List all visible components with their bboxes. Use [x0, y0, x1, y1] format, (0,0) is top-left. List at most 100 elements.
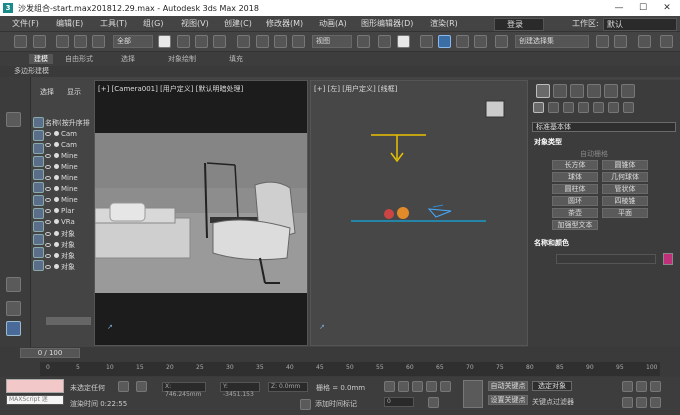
list-item[interactable]: Mine: [45, 196, 78, 206]
layout-icon[interactable]: [6, 301, 21, 316]
layout-icon[interactable]: [6, 277, 21, 292]
tab-populate[interactable]: 填充: [229, 54, 243, 64]
motion-tab-icon[interactable]: [587, 84, 601, 98]
pyramid-button[interactable]: 四棱锥: [602, 196, 648, 206]
lights-icon[interactable]: [563, 102, 574, 113]
menu-view[interactable]: 视图(V): [181, 18, 209, 29]
utilities-tab-icon[interactable]: [621, 84, 635, 98]
name-column-header[interactable]: 名称(按升序排: [45, 118, 90, 128]
geometry-icon[interactable]: [533, 102, 544, 113]
select-object-icon[interactable]: [158, 35, 171, 48]
shapes-icon[interactable]: [548, 102, 559, 113]
menu-modifiers[interactable]: 修改器(M): [266, 18, 303, 29]
snap-toggle-icon[interactable]: [420, 35, 433, 48]
angle-snap-icon[interactable]: [438, 35, 451, 48]
filter-icon[interactable]: [33, 260, 44, 271]
next-frame-icon[interactable]: [426, 381, 437, 392]
camera-viewport[interactable]: [+] [Camera001] [用户定义] [默认明暗处理] ↗: [94, 80, 308, 346]
menu-create[interactable]: 创建(C): [224, 18, 252, 29]
name-color-header[interactable]: 名称和颜色: [534, 238, 569, 248]
menu-tools[interactable]: 工具(T): [100, 18, 127, 29]
list-item[interactable]: Mine: [45, 163, 78, 173]
x-coordinate-field[interactable]: X: 746.245mm: [162, 382, 206, 398]
list-item[interactable]: Cam: [45, 141, 77, 151]
list-item[interactable]: 对象: [45, 251, 75, 261]
display-tab-icon[interactable]: [604, 84, 618, 98]
zoom-icon[interactable]: [622, 381, 633, 392]
select-manipulate-icon[interactable]: [378, 35, 391, 48]
play-icon[interactable]: [412, 381, 423, 392]
minimize-button[interactable]: —: [608, 1, 630, 15]
list-item[interactable]: Mine: [45, 185, 78, 195]
ribbon-toggle-icon[interactable]: [660, 35, 673, 48]
polygon-modeling-label[interactable]: 多边形建模: [14, 67, 49, 75]
tab-selection[interactable]: 选择: [121, 54, 135, 64]
key-mode-dropdown[interactable]: 选定对象: [532, 381, 572, 391]
move-icon[interactable]: [237, 35, 250, 48]
zoom-extents-icon[interactable]: [650, 381, 661, 392]
time-tag-icon[interactable]: [300, 399, 311, 410]
reference-coord-dropdown[interactable]: 视图: [312, 35, 352, 48]
go-to-end-icon[interactable]: [440, 381, 451, 392]
select-by-name-icon[interactable]: [177, 35, 190, 48]
rect-selection-icon[interactable]: [195, 35, 208, 48]
time-config-icon[interactable]: [428, 397, 439, 408]
filter-icon[interactable]: [33, 221, 44, 232]
filter-icon[interactable]: [33, 234, 44, 245]
filter-icon[interactable]: [33, 156, 44, 167]
close-button[interactable]: ✕: [656, 1, 678, 15]
viewport-label[interactable]: [+] [Camera001] [用户定义] [默认明暗处理]: [98, 84, 243, 94]
add-time-tag[interactable]: 添加时间标记: [315, 399, 357, 409]
pivot-center-icon[interactable]: [357, 35, 370, 48]
text-plus-button[interactable]: 加强型文本: [552, 220, 598, 230]
login-field[interactable]: 登录: [494, 18, 544, 31]
set-key-button[interactable]: 设置关键点: [488, 395, 528, 405]
named-selection-icon[interactable]: [495, 35, 508, 48]
modify-tab-icon[interactable]: [553, 84, 567, 98]
tab-display[interactable]: 显示: [67, 87, 81, 97]
object-color-swatch[interactable]: [663, 253, 673, 265]
zoom-all-icon[interactable]: [636, 381, 647, 392]
pan-icon[interactable]: [636, 397, 647, 408]
list-item[interactable]: VRa: [45, 218, 75, 228]
cylinder-button[interactable]: 圆柱体: [552, 184, 598, 194]
orbit-icon[interactable]: [650, 397, 661, 408]
selection-filter-dropdown[interactable]: 全部: [113, 35, 153, 48]
scale-icon[interactable]: [274, 35, 287, 48]
filter-icon[interactable]: [33, 143, 44, 154]
place-icon[interactable]: [292, 35, 305, 48]
menu-edit[interactable]: 编辑(E): [56, 18, 83, 29]
filter-icon[interactable]: [33, 195, 44, 206]
track-bar[interactable]: 0 5 10 15 20 25 30 35 40 45 50 55 60 65 70 75 80 85 90 95 10…: [40, 362, 660, 376]
isolate-icon[interactable]: [118, 381, 129, 392]
torus-button[interactable]: 圆环: [552, 196, 598, 206]
filter-icon[interactable]: [33, 208, 44, 219]
menu-rendering[interactable]: 渲染(R): [430, 18, 458, 29]
undo-icon[interactable]: [14, 35, 27, 48]
field-of-view-icon[interactable]: [622, 397, 633, 408]
rotate-icon[interactable]: [256, 35, 269, 48]
maximize-button[interactable]: ☐: [632, 1, 654, 15]
named-selection-sets-dropdown[interactable]: 创建选择集: [515, 35, 589, 48]
filter-icon[interactable]: [33, 247, 44, 258]
plane-button[interactable]: 平面: [602, 208, 648, 218]
maxscript-input[interactable]: MAXScript 迷: [6, 395, 64, 405]
tube-button[interactable]: 管状体: [602, 184, 648, 194]
cameras-icon[interactable]: [578, 102, 589, 113]
list-item[interactable]: Mine: [45, 152, 78, 162]
geosphere-button[interactable]: 几何球体: [602, 172, 648, 182]
menu-group[interactable]: 组(G): [143, 18, 163, 29]
layout-icon[interactable]: [6, 112, 21, 127]
list-item[interactable]: 对象: [45, 229, 75, 239]
window-crossing-icon[interactable]: [213, 35, 226, 48]
percent-snap-icon[interactable]: [456, 35, 469, 48]
key-filters-button[interactable]: 关键点过滤器: [532, 397, 574, 407]
y-coordinate-field[interactable]: Y: -3451.153: [220, 382, 260, 398]
object-category-dropdown[interactable]: 标准基本体: [532, 122, 676, 132]
link-icon[interactable]: [56, 35, 69, 48]
time-slider[interactable]: 0 / 100: [20, 348, 80, 358]
hierarchy-tab-icon[interactable]: [570, 84, 584, 98]
layout-active-icon[interactable]: [6, 321, 21, 336]
object-type-header[interactable]: 对象类型: [534, 137, 562, 147]
filter-icon[interactable]: [33, 182, 44, 193]
